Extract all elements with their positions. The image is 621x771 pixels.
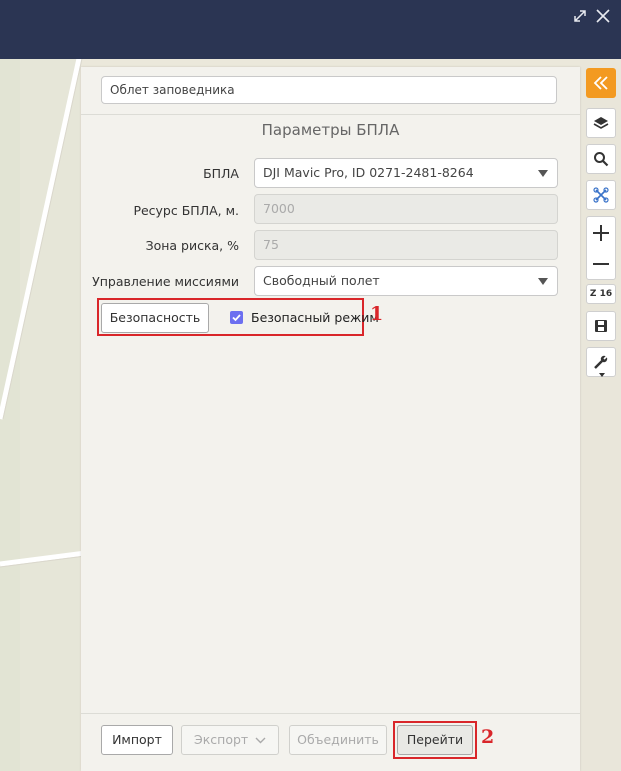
mission-control-select[interactable]: Свободный полет bbox=[254, 266, 558, 296]
safe-mode-label: Безопасный режим bbox=[251, 310, 379, 325]
risk-label: Зона риска, % bbox=[145, 238, 239, 253]
resource-field: 7000 bbox=[254, 194, 558, 224]
import-button[interactable]: Импорт bbox=[101, 725, 173, 755]
wrench-icon[interactable] bbox=[586, 347, 616, 377]
export-button[interactable]: Экспорт bbox=[181, 725, 279, 755]
collapse-icon[interactable] bbox=[586, 68, 616, 98]
expand-icon[interactable] bbox=[571, 7, 589, 25]
chevron-down-icon bbox=[538, 278, 548, 285]
divider bbox=[81, 114, 580, 115]
zoom-in-icon[interactable] bbox=[592, 217, 610, 248]
resource-label: Ресурс БПЛА, м. bbox=[133, 203, 239, 218]
chevron-down-icon bbox=[538, 170, 548, 177]
export-label: Экспорт bbox=[194, 732, 249, 747]
search-icon[interactable] bbox=[586, 144, 616, 174]
chevron-down-icon bbox=[599, 373, 605, 377]
save-icon[interactable] bbox=[586, 311, 616, 341]
risk-value: 75 bbox=[263, 237, 279, 252]
zoom-out-icon[interactable] bbox=[592, 248, 610, 279]
risk-field: 75 bbox=[254, 230, 558, 260]
safety-button[interactable]: Безопасность bbox=[101, 303, 209, 333]
zoom-control bbox=[586, 216, 616, 280]
mission-name-input[interactable] bbox=[101, 76, 557, 104]
footer-divider bbox=[81, 713, 580, 714]
annotation-marker-2: 2 bbox=[481, 726, 495, 748]
uav-select[interactable]: DJI Mavic Pro, ID 0271-2481-8264 bbox=[254, 158, 558, 188]
checkmark-icon bbox=[232, 314, 241, 322]
window-titlebar bbox=[0, 0, 621, 59]
mission-panel: Параметры БПЛА БПЛА DJI Mavic Pro, ID 02… bbox=[81, 67, 580, 771]
zoom-level: Z 16 bbox=[589, 289, 613, 299]
go-button[interactable]: Перейти bbox=[397, 725, 473, 755]
layers-icon[interactable] bbox=[586, 108, 616, 138]
resource-value: 7000 bbox=[263, 201, 295, 216]
uav-select-value: DJI Mavic Pro, ID 0271-2481-8264 bbox=[263, 165, 474, 180]
section-title: Параметры БПЛА bbox=[261, 121, 400, 139]
uav-label: БПЛА bbox=[203, 166, 239, 181]
annotation-marker-1: 1 bbox=[370, 303, 384, 325]
safe-mode-checkbox[interactable] bbox=[230, 311, 243, 324]
mission-control-label: Управление миссиями bbox=[92, 274, 239, 289]
mission-control-value: Свободный полет bbox=[263, 273, 380, 288]
drone-icon[interactable] bbox=[586, 180, 616, 210]
merge-button[interactable]: Объединить bbox=[289, 725, 387, 755]
close-icon[interactable] bbox=[594, 7, 612, 25]
chevron-down-icon bbox=[255, 737, 266, 744]
zoom-level-badge: Z 16 bbox=[586, 284, 616, 304]
